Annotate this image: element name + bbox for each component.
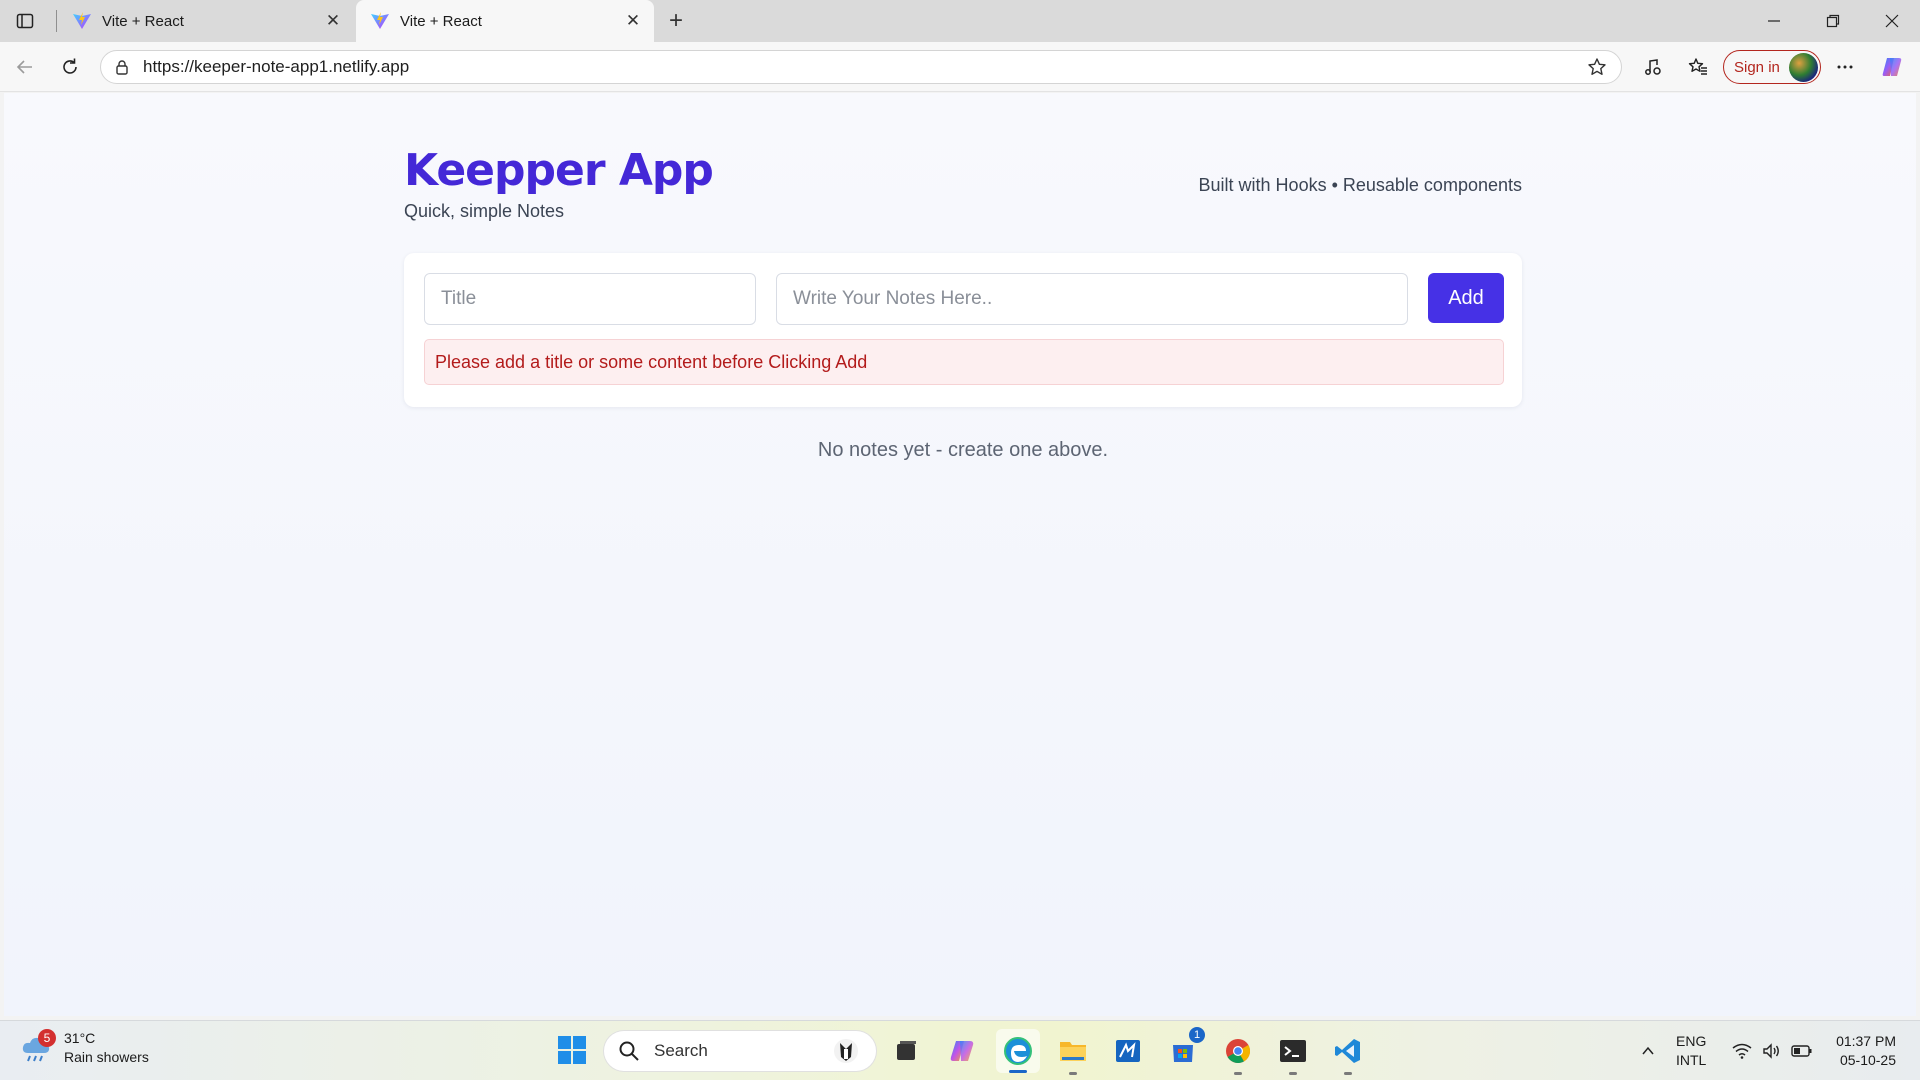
vite-favicon-icon (370, 11, 390, 31)
vite-favicon-icon (72, 11, 92, 31)
active-indicator (1009, 1070, 1027, 1073)
restore-icon[interactable] (1805, 0, 1861, 42)
address-bar[interactable]: https://keeper-note-app1.netlify.app (100, 50, 1622, 84)
tab-separator (56, 10, 57, 32)
weather-temp: 31°C (64, 1030, 96, 1046)
add-note-button[interactable]: Add (1428, 273, 1504, 323)
favorites-icon[interactable] (1682, 52, 1714, 82)
more-menu-icon[interactable] (1829, 52, 1861, 82)
copilot-icon[interactable] (1876, 52, 1908, 82)
page-viewport: Keepper App Quick, simple Notes Built wi… (4, 93, 1916, 1016)
favorite-star-icon[interactable] (1585, 57, 1609, 77)
clock-date: 05-10-25 (1839, 1052, 1896, 1068)
rain-cloud-icon: 5 (20, 1029, 56, 1065)
running-indicator (1234, 1072, 1242, 1075)
taskbar: 5 31°C Rain showers Search 1 ENG INTL 01… (0, 1020, 1920, 1080)
navigation-bar: https://keeper-note-app1.netlify.app Sig… (0, 42, 1920, 92)
tab-title: Vite + React (102, 12, 184, 30)
refresh-icon[interactable] (54, 52, 86, 82)
weather-badge: 5 (38, 1029, 56, 1047)
tab-actions-icon[interactable] (10, 8, 40, 34)
keyboard-layout: INTL (1676, 1052, 1707, 1068)
url-text[interactable]: https://keeper-note-app1.netlify.app (143, 57, 1585, 77)
store-app-icon[interactable]: 1 (1165, 1027, 1205, 1069)
battery-icon[interactable] (1790, 1021, 1814, 1080)
lock-icon[interactable] (113, 59, 131, 75)
search-label: Search (654, 1041, 708, 1060)
running-indicator (1069, 1072, 1077, 1075)
volume-icon[interactable] (1760, 1021, 1784, 1080)
tab-title: Vite + React (400, 12, 482, 30)
tab-close-icon[interactable]: ✕ (322, 10, 344, 32)
show-hidden-icons-icon[interactable] (1636, 1021, 1660, 1080)
weather-condition: Rain showers (64, 1049, 149, 1065)
new-tab-button[interactable]: + (660, 6, 692, 36)
remote-app-icon[interactable] (1110, 1033, 1146, 1069)
sign-in-button[interactable]: Sign in (1723, 50, 1821, 84)
language-code: ENG (1676, 1033, 1707, 1049)
close-window-icon[interactable] (1864, 0, 1920, 42)
app-title: Keepper App (404, 145, 714, 196)
tab-bar: Vite + React ✕ Vite + React ✕ + (0, 0, 1920, 42)
tab-2[interactable]: Vite + React ✕ (356, 0, 654, 42)
task-view-icon[interactable] (888, 1033, 924, 1069)
system-clock[interactable]: 01:37 PM 05-10-25 (1830, 1032, 1896, 1070)
chrome-app-icon[interactable] (1220, 1033, 1256, 1075)
search-icon (618, 1040, 640, 1062)
sign-in-label: Sign in (1734, 58, 1780, 76)
back-icon[interactable] (9, 52, 41, 82)
wifi-icon[interactable] (1730, 1021, 1754, 1080)
avatar (1789, 53, 1818, 82)
minimize-icon[interactable] (1746, 0, 1802, 42)
clock-time: 01:37 PM (1836, 1033, 1896, 1049)
store-badge: 1 (1189, 1027, 1205, 1043)
running-indicator (1289, 1072, 1297, 1075)
running-indicator (1344, 1072, 1352, 1075)
tab-1[interactable]: Vite + React ✕ (58, 0, 354, 42)
weather-widget[interactable]: 5 31°C Rain showers (20, 1029, 149, 1067)
language-indicator[interactable]: ENG INTL (1676, 1032, 1706, 1070)
app-tagline: Quick, simple Notes (404, 201, 565, 221)
validation-alert: Please add a title or some content befor… (424, 339, 1504, 385)
windows-start-icon[interactable] (556, 1034, 588, 1066)
header-info: Built with Hooks • Reusable components (1198, 175, 1522, 195)
empty-notes-message: No notes yet - create one above. (817, 439, 1109, 461)
title-input[interactable] (424, 273, 756, 325)
copilot-app-icon[interactable] (944, 1033, 980, 1069)
note-content-input[interactable] (776, 273, 1408, 325)
note-form-card: Add Please add a title or some content b… (404, 253, 1522, 407)
edge-app-icon[interactable] (996, 1029, 1040, 1073)
taskbar-search[interactable]: Search (604, 1031, 876, 1071)
terminal-app-icon[interactable] (1275, 1033, 1311, 1075)
file-explorer-icon[interactable] (1055, 1033, 1091, 1075)
vscode-app-icon[interactable] (1330, 1033, 1366, 1075)
tab-close-icon[interactable]: ✕ (622, 10, 644, 32)
search-highlight-icon (832, 1037, 860, 1065)
read-aloud-icon[interactable] (1637, 52, 1669, 82)
